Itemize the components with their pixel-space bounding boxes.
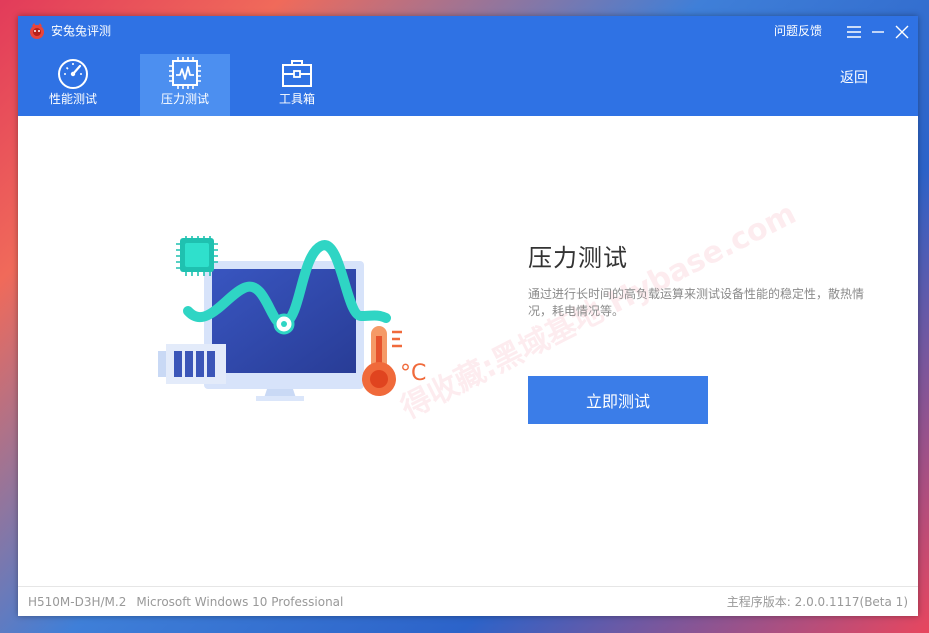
tab-stress-test[interactable]: 压力测试 (140, 54, 230, 116)
title-bar: 安兔兔评测 问题反馈 (18, 16, 918, 48)
tab-label: 性能测试 (48, 92, 97, 106)
app-window: 安兔兔评测 问题反馈 性能测试 压力测试 工具箱 返回 得收藏:黑域基地 Hyb… (18, 16, 918, 616)
status-bar: H510M-D3H/M.2 Microsoft Windows 10 Profes… (18, 586, 918, 616)
back-button[interactable]: 返回 (840, 70, 868, 86)
system-info: H510M-D3H/M.2 Microsoft Windows 10 Profes… (28, 595, 343, 609)
feedback-link[interactable]: 问题反馈 (774, 24, 822, 38)
toolbox-icon (279, 56, 315, 90)
stress-test-panel: 得收藏:黑域基地 Hybase.com °C 压力测试 通过进行长时间的高负载运… (18, 116, 918, 586)
motherboard-model: H510M-D3H/M.2 (28, 595, 127, 609)
tab-toolbox[interactable]: 工具箱 (252, 54, 342, 116)
close-icon[interactable] (892, 22, 912, 42)
stress-illustration: °C (156, 234, 436, 411)
chip-pulse-icon (167, 56, 203, 90)
app-title: 安兔兔评测 (51, 24, 112, 38)
os-name: Microsoft Windows 10 Professional (136, 595, 344, 609)
minimize-icon[interactable] (868, 22, 888, 42)
header-bar: 安兔兔评测 问题反馈 性能测试 压力测试 工具箱 返回 (18, 16, 918, 116)
tab-label: 压力测试 (160, 92, 209, 106)
tab-performance-test[interactable]: 性能测试 (28, 54, 118, 116)
version-info: 主程序版本: 2.0.0.1117(Beta 1) (726, 595, 908, 609)
start-test-button[interactable]: 立即测试 (528, 376, 708, 424)
speedometer-icon (55, 56, 91, 90)
page-title: 压力测试 (528, 244, 628, 272)
test-description: 通过进行长时间的高负载运算来测试设备性能的稳定性，散热情况，耗电情况等。 (528, 287, 865, 318)
tab-label: 工具箱 (278, 92, 315, 106)
menu-icon[interactable] (844, 22, 864, 42)
app-logo-icon (28, 22, 46, 40)
celsius-label: °C (400, 361, 427, 386)
